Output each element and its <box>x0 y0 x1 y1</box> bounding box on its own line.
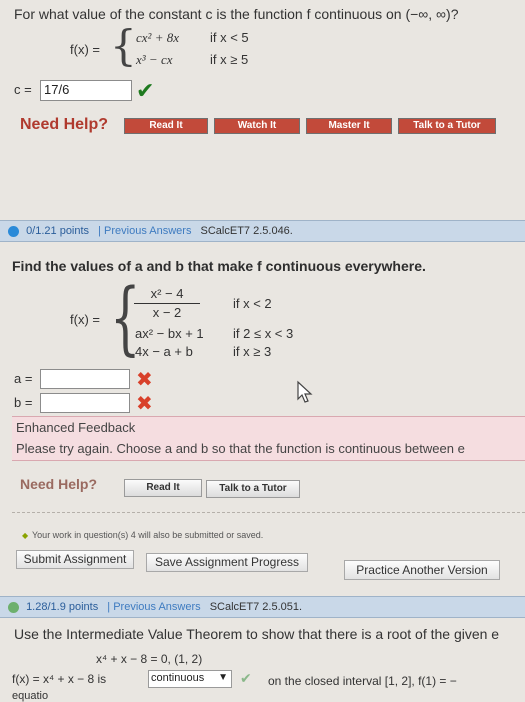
q1-fx-label: f(x) = <box>70 42 100 57</box>
read-it-button[interactable]: Read It <box>124 118 208 134</box>
q1-brace: { <box>110 21 137 70</box>
q2-header-bar: 0/1.21 points | Previous Answers SCalcET… <box>0 220 525 242</box>
q2-source: SCalcET7 2.5.046. <box>200 225 293 237</box>
q2-b-label: b = <box>14 395 33 410</box>
q2-previous-answers-link[interactable]: | Previous Answers <box>98 225 191 237</box>
q2-a-label: a = <box>14 371 33 386</box>
check-icon: ✔ <box>240 670 252 686</box>
q2-frac-den: x − 2 <box>152 305 182 320</box>
q2-piece3-cond: if x ≥ 3 <box>233 344 272 359</box>
q2-fx-label: f(x) = <box>70 312 100 327</box>
master-it-button[interactable]: Master It <box>306 118 392 134</box>
q2-points: 0/1.21 points <box>26 225 90 237</box>
q1-piece2-cond: if x ≥ 5 <box>210 52 249 67</box>
incorrect-x-icon: ✖ <box>136 393 153 415</box>
q2-piece2-cond: if 2 ≤ x < 3 <box>233 326 294 341</box>
question-status-icon <box>8 225 19 237</box>
q2-frac-num: x² − 4 <box>150 286 184 301</box>
q2-need-help: Need Help? <box>20 476 98 492</box>
save-progress-button[interactable]: Save Assignment Progress <box>146 553 308 572</box>
q1-c-label: c = <box>14 82 32 97</box>
talk-to-tutor-button[interactable]: Talk to a Tutor <box>398 118 496 134</box>
q2-piece3-expr: 4x − a + b <box>135 344 193 359</box>
q3-previous-answers-link[interactable]: | Previous Answers <box>107 601 200 613</box>
q3-question: Use the Intermediate Value Theorem to sh… <box>14 626 500 642</box>
check-icon: ✔ <box>136 78 155 103</box>
enhanced-feedback-box: Enhanced Feedback Please try again. Choo… <box>12 416 525 461</box>
q3-equation: x⁴ + x − 8 = 0, (1, 2) <box>96 652 203 666</box>
saved-note: Your work in question(s) 4 will also be … <box>32 530 264 540</box>
q2-question: Find the values of a and b that make f c… <box>12 258 426 274</box>
continuity-select[interactable]: continuous ▼ <box>148 670 232 688</box>
save-note-icon: ◆ <box>22 531 29 540</box>
feedback-text: Please try again. Choose a and b so that… <box>16 441 465 456</box>
submit-assignment-button[interactable]: Submit Assignment <box>16 550 134 569</box>
incorrect-x-icon: ✖ <box>136 369 153 391</box>
q3-fx-line: f(x) = x⁴ + x − 8 is <box>12 672 107 686</box>
mouse-cursor-icon <box>297 380 313 403</box>
question-status-icon <box>8 601 19 613</box>
b-answer-field[interactable] <box>40 393 130 413</box>
c-answer-field[interactable]: 17/6 <box>40 80 132 101</box>
q2-frac-line <box>134 303 200 304</box>
q1-question: For what value of the constant c is the … <box>14 6 459 22</box>
divider <box>12 512 525 513</box>
q1-piece1-cond: if x < 5 <box>210 30 249 45</box>
q1-piece1-expr: cx² + 8x <box>136 30 179 45</box>
select-value: continuous <box>151 672 205 684</box>
read-it-button[interactable]: Read It <box>124 479 202 497</box>
chevron-down-icon: ▼ <box>218 672 228 683</box>
q3-points: 1.28/1.9 points <box>26 601 99 613</box>
feedback-title: Enhanced Feedback <box>16 420 136 435</box>
watch-it-button[interactable]: Watch It <box>214 118 300 134</box>
q3-closed-text: on the closed interval [1, 2], f(1) = − <box>268 674 457 688</box>
q1-need-help: Need Help? <box>20 116 109 133</box>
q3-header-bar: 1.28/1.9 points | Previous Answers SCalc… <box>0 596 525 618</box>
q2-piece1-cond: if x < 2 <box>233 296 272 311</box>
practice-another-version-button[interactable]: Practice Another Version <box>344 560 500 580</box>
a-answer-field[interactable] <box>40 369 130 389</box>
talk-to-tutor-button[interactable]: Talk to a Tutor <box>206 480 300 498</box>
q3-source: SCalcET7 2.5.051. <box>209 601 303 613</box>
q2-piece2-expr: ax² − bx + 1 <box>135 326 204 341</box>
q3-cut-text: equatio <box>12 690 49 702</box>
q1-piece2-expr: x³ − cx <box>136 52 173 67</box>
